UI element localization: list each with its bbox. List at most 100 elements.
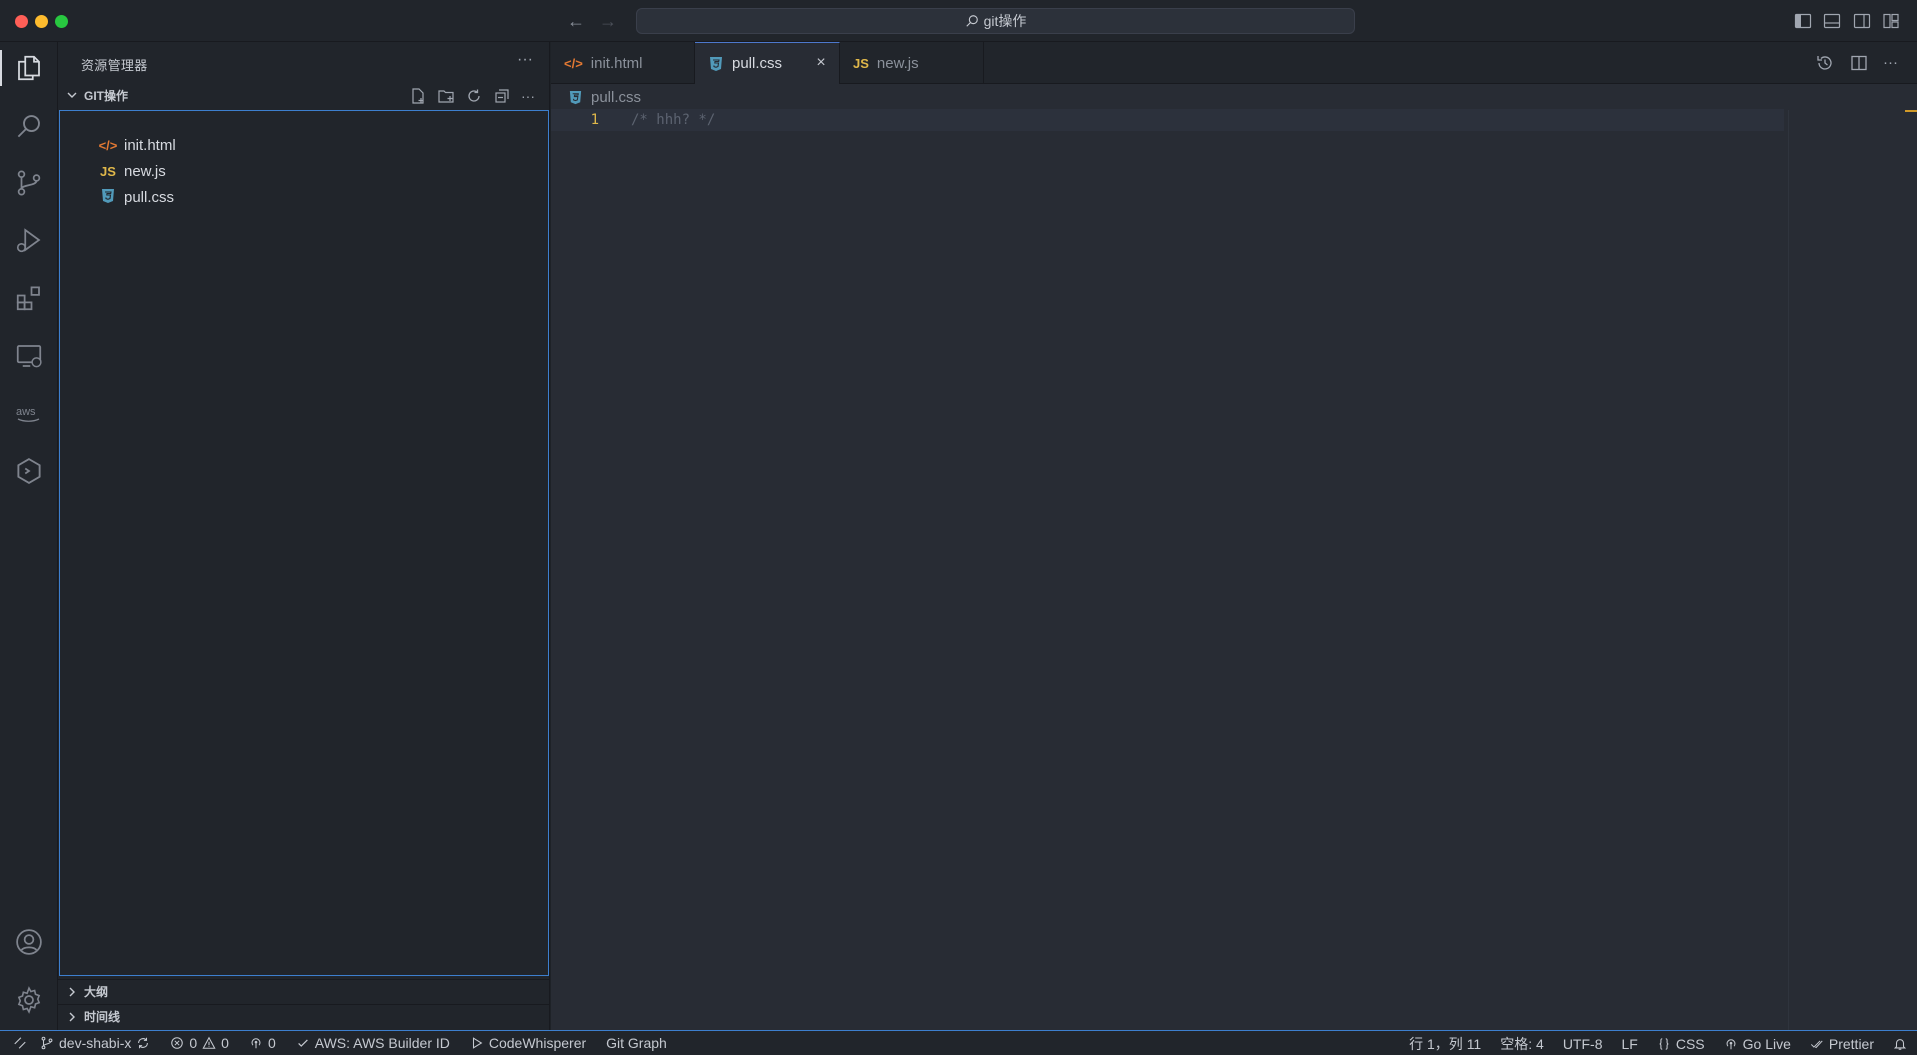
activity-run-debug[interactable] [0, 216, 58, 264]
language-label: CSS [1675, 1035, 1705, 1052]
maximize-window-button[interactable] [55, 15, 68, 28]
search-icon [17, 115, 40, 138]
tab-label: init.html [590, 54, 643, 72]
ports-status[interactable]: 0 [249, 1035, 276, 1051]
tree-item-init-html[interactable]: </> init.html [98, 132, 176, 158]
run-debug-icon [16, 228, 41, 253]
gear-icon [17, 986, 41, 1014]
new-folder-icon[interactable] [437, 87, 455, 105]
back-arrow-icon[interactable]: ← [565, 10, 587, 32]
editor-actions: ··· [1815, 53, 1903, 73]
git-branch-icon [41, 1036, 53, 1050]
editor-area: </> init.html pull.css × JS new.js ··· p… [551, 42, 1917, 1030]
toggle-primary-sidebar-icon[interactable] [1793, 11, 1813, 31]
tree-item-label: pull.css [124, 188, 175, 206]
tab-new-js[interactable]: JS new.js [840, 42, 984, 84]
activity-bar: aws [0, 42, 58, 1030]
command-center-search[interactable]: git操作 [636, 8, 1355, 34]
error-icon [171, 1037, 184, 1049]
command-center-label: git操作 [983, 13, 1027, 29]
prettier-status[interactable]: Prettier [1810, 1036, 1874, 1052]
remote-indicator[interactable] [0, 1031, 40, 1055]
breadcrumb[interactable]: pull.css [568, 87, 641, 107]
tree-item-label: new.js [124, 162, 166, 180]
close-window-button[interactable] [15, 15, 28, 28]
check-icon [297, 1039, 308, 1047]
svg-text:aws: aws [16, 406, 36, 418]
file-tree: </> init.html JS new.js pull.css [59, 110, 549, 976]
hexagon-icon [17, 458, 41, 484]
remote-explorer-icon [16, 345, 42, 368]
chevron-right-icon [69, 987, 75, 996]
workspace-actions: ··· [409, 87, 539, 105]
status-bar-right: 行 1，列 11 空格: 4 UTF-8 LF CSS Go Live Pret… [1390, 1031, 1917, 1055]
sync-icon[interactable] [136, 1036, 150, 1050]
activity-manage[interactable] [0, 976, 58, 1024]
current-line-highlight [551, 109, 1784, 131]
codewhisperer-status[interactable]: CodeWhisperer [470, 1035, 586, 1051]
tree-item-pull-css[interactable]: pull.css [98, 184, 174, 210]
close-icon[interactable]: × [813, 55, 829, 71]
git-graph-status[interactable]: Git Graph [606, 1035, 667, 1051]
indentation-status[interactable]: 空格: 4 [1500, 1034, 1544, 1054]
customize-layout-icon[interactable] [1881, 11, 1901, 31]
workspace-title: GIT操作 [84, 88, 128, 103]
play-icon [472, 1037, 483, 1049]
activity-explorer[interactable] [0, 44, 58, 92]
aws-status[interactable]: AWS: AWS Builder ID [296, 1035, 450, 1051]
new-file-icon[interactable] [409, 87, 427, 105]
outline-section-header[interactable]: 大纲 [58, 979, 550, 1003]
error-count: 0 [189, 1035, 198, 1051]
braces-icon [1659, 1037, 1669, 1050]
search-icon [965, 15, 978, 27]
language-mode[interactable]: CSS [1657, 1036, 1705, 1052]
tab-pull-css[interactable]: pull.css × [695, 42, 840, 84]
activity-codewhisperer[interactable] [0, 447, 58, 495]
problems-status[interactable]: 0 0 [170, 1035, 229, 1051]
tree-item-new-js[interactable]: JS new.js [98, 158, 166, 184]
more-actions-icon[interactable]: ··· [1883, 53, 1903, 73]
git-graph-label: Git Graph [606, 1035, 667, 1051]
css-file-icon [98, 188, 118, 207]
html-file-icon: </> [564, 55, 583, 71]
cursor-position[interactable]: 行 1，列 11 [1409, 1034, 1481, 1054]
collapse-all-icon[interactable] [493, 87, 511, 105]
js-file-icon: JS [100, 163, 116, 179]
split-editor-icon[interactable] [1849, 53, 1869, 73]
activity-accounts[interactable] [0, 918, 58, 966]
sidebar-more-actions[interactable]: ··· [517, 51, 533, 69]
js-file-icon: JS [853, 55, 869, 71]
timeline-history-icon[interactable] [1815, 53, 1835, 73]
refresh-icon[interactable] [465, 87, 483, 105]
activity-source-control[interactable] [0, 159, 58, 207]
line-number: 1 [590, 112, 599, 128]
explorer-sidebar: 资源管理器 ··· GIT操作 ··· </> init.html JS new… [58, 42, 550, 1030]
activity-aws[interactable]: aws [0, 389, 58, 437]
toggle-secondary-sidebar-icon[interactable] [1852, 11, 1872, 31]
activity-search[interactable] [0, 102, 58, 150]
eol-status[interactable]: LF [1621, 1036, 1637, 1052]
forward-arrow-icon[interactable]: → [597, 10, 619, 32]
git-branch-status[interactable]: dev-shabi-x [40, 1035, 150, 1051]
tab-label: new.js [876, 54, 919, 72]
breadcrumb-file[interactable]: pull.css [591, 89, 641, 106]
encoding-status[interactable]: UTF-8 [1563, 1036, 1603, 1052]
tree-item-label: init.html [124, 136, 176, 154]
codewhisperer-label: CodeWhisperer [488, 1035, 587, 1051]
go-live-button[interactable]: Go Live [1724, 1036, 1791, 1052]
warning-icon [202, 1036, 216, 1049]
notifications-button[interactable] [1893, 1037, 1907, 1051]
activity-remote-explorer[interactable] [0, 332, 58, 380]
timeline-section-header[interactable]: 时间线 [58, 1004, 550, 1028]
code-line[interactable]: /* hhh? */ [631, 109, 715, 131]
timeline-label: 时间线 [84, 1010, 121, 1024]
branch-name: dev-shabi-x [59, 1035, 132, 1051]
tab-init-html[interactable]: </> init.html [551, 42, 695, 84]
css-file-icon [708, 55, 724, 72]
bell-icon [1893, 1038, 1907, 1050]
activity-extensions[interactable] [0, 274, 58, 322]
warning-count: 0 [221, 1035, 229, 1051]
toggle-panel-icon[interactable] [1822, 11, 1842, 31]
minimize-window-button[interactable] [35, 15, 48, 28]
more-actions-icon[interactable]: ··· [521, 87, 539, 105]
